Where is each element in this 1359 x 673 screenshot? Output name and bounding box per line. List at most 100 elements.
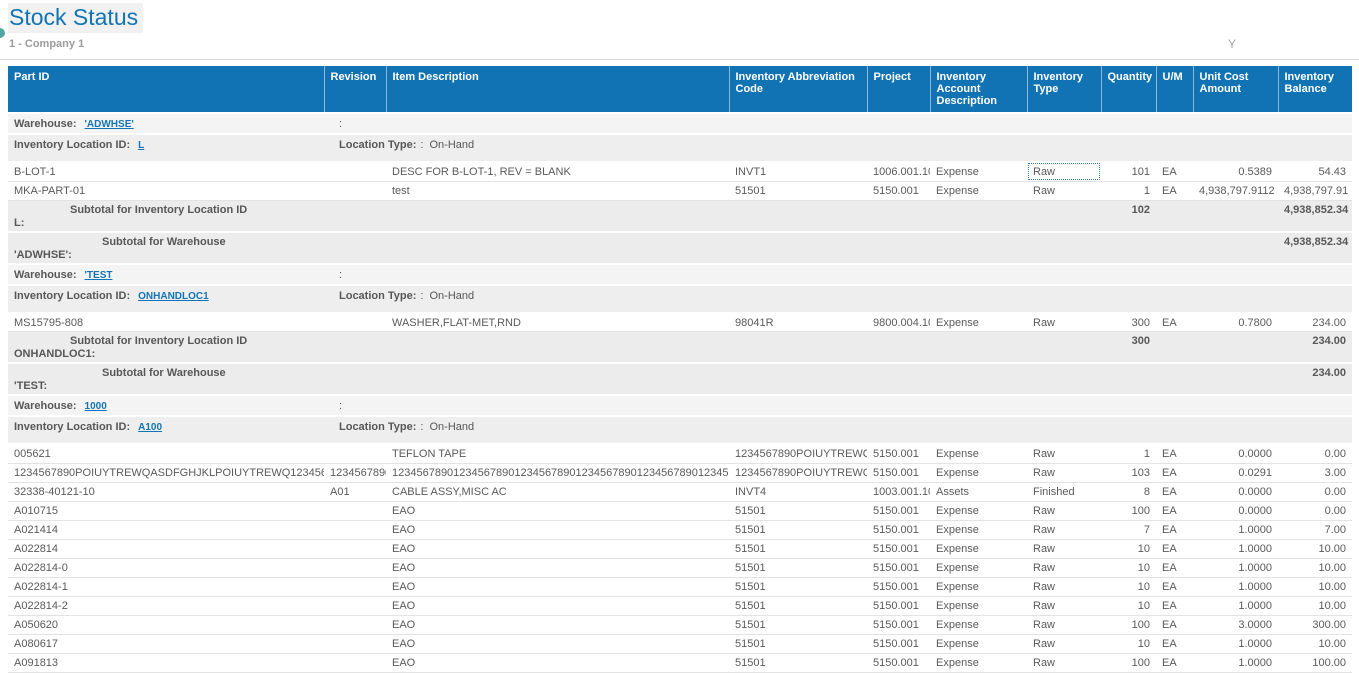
- subtotal-empty-cell: [1193, 363, 1278, 395]
- subtotal-empty-cell: [1193, 232, 1278, 264]
- group-label-cell: Inventory Location ID:A100: [8, 416, 324, 444]
- cell-inventory-type: Raw: [1027, 313, 1101, 332]
- cell-part-id: A022814: [8, 539, 324, 558]
- cell-revision: [324, 634, 386, 653]
- company-subtitle-bar: 1 - Company 1 Y: [0, 33, 1359, 60]
- subtotal-empty-cell: [386, 200, 729, 232]
- cell-inventory-account-description: Expense: [930, 313, 1027, 332]
- item-row: 32338-40121-10A01CABLE ASSY,MISC ACINVT4…: [8, 482, 1352, 501]
- cell-inventory-account-description: Expense: [930, 596, 1027, 615]
- cell-quantity: 103: [1101, 463, 1156, 482]
- group-detail-cell: Location Type::On-Hand: [324, 285, 729, 313]
- cell-quantity: 10: [1101, 596, 1156, 615]
- cell-part-id: MKA-PART-01: [8, 181, 324, 200]
- group-filler-cell: [729, 395, 1352, 416]
- cell-revision: [324, 558, 386, 577]
- subtotal-quantity: [1101, 232, 1156, 264]
- cell-quantity: 1: [1101, 444, 1156, 463]
- warehouse-link[interactable]: 1000: [85, 401, 107, 412]
- cell-inventory-balance: 10.00: [1278, 539, 1352, 558]
- cell-inventory-account-description: Expense: [930, 539, 1027, 558]
- group-filler-cell: [729, 113, 1352, 134]
- cell-quantity: 101: [1101, 162, 1156, 181]
- cell-quantity: 8: [1101, 482, 1156, 501]
- cell-inventory-account-description: Expense: [930, 520, 1027, 539]
- cell-inventory-type: Raw: [1027, 463, 1101, 482]
- cell-revision: [324, 501, 386, 520]
- subtotal-balance: 4,938,852.34: [1278, 232, 1352, 264]
- warehouse-link[interactable]: 'ADWHSE': [85, 119, 134, 130]
- cell-revision: [324, 444, 386, 463]
- cell-project: 5150.001: [867, 558, 930, 577]
- cell-quantity: 1: [1101, 181, 1156, 200]
- cell-inventory-account-description: Expense: [930, 444, 1027, 463]
- cell-inventory-type: Finished: [1027, 482, 1101, 501]
- corner-marker: Y: [1228, 37, 1236, 51]
- warehouse-link[interactable]: 'TEST: [85, 270, 113, 281]
- subtotal-empty-cell: [867, 332, 930, 364]
- column-header-um: U/M: [1156, 66, 1193, 113]
- cell-inventory-type[interactable]: Raw: [1027, 162, 1101, 181]
- group-label-cell: Inventory Location ID:ONHANDLOC1: [8, 285, 324, 313]
- group-filler-cell: [729, 264, 1352, 285]
- subtotal-empty-cell: [930, 200, 1027, 232]
- cell-revision: [324, 520, 386, 539]
- cell-unit-cost-amount: 0.0000: [1193, 444, 1278, 463]
- group-separator: :: [339, 118, 342, 130]
- cell-inventory-abbreviation-code: 51501: [729, 596, 867, 615]
- cell-revision: [324, 539, 386, 558]
- cell-part-id: A080617: [8, 634, 324, 653]
- cell-inventory-account-description: Expense: [930, 615, 1027, 634]
- location-link[interactable]: ONHANDLOC1: [138, 291, 209, 302]
- cell-inventory-abbreviation-code: 51501: [729, 653, 867, 672]
- item-row: A050620EAO515015150.001ExpenseRaw100EA3.…: [8, 615, 1352, 634]
- subtotal-empty-cell: [729, 232, 867, 264]
- subtotal-empty-cell: [1156, 232, 1193, 264]
- cell-project: 5150.001: [867, 444, 930, 463]
- cell-inventory-balance: 7.00: [1278, 520, 1352, 539]
- subtotal-row: Subtotal for Warehouse'TEST:234.00: [8, 363, 1352, 395]
- cell-inventory-type: Raw: [1027, 577, 1101, 596]
- subtotal-balance: 234.00: [1278, 363, 1352, 395]
- group-detail-cell: :: [324, 113, 729, 134]
- column-header-project: Project: [867, 66, 930, 113]
- cell-quantity: 300: [1101, 313, 1156, 332]
- location-group-label: Inventory Location ID:: [14, 139, 130, 151]
- subtotal-row: Subtotal for Inventory Location IDONHAND…: [8, 332, 1352, 364]
- subtotal-empty-cell: [1156, 332, 1193, 364]
- cell-inventory-abbreviation-code: 51501: [729, 520, 867, 539]
- cell-um: EA: [1156, 181, 1193, 200]
- cell-inventory-balance: 10.00: [1278, 558, 1352, 577]
- cell-inventory-abbreviation-code: 1234567890POIUYTREWQ: [729, 463, 867, 482]
- cell-part-id: B-LOT-1: [8, 162, 324, 181]
- cell-unit-cost-amount: 3.0000: [1193, 615, 1278, 634]
- company-label: 1 - Company 1: [9, 38, 84, 50]
- subtotal-empty-cell: [324, 200, 386, 232]
- cell-inventory-type: Raw: [1027, 653, 1101, 672]
- cell-project: 5150.001: [867, 539, 930, 558]
- subtotal-empty-cell: [867, 232, 930, 264]
- warehouse-group-label: Warehouse:: [14, 118, 77, 130]
- column-header-quantity: Quantity: [1101, 66, 1156, 113]
- location-link[interactable]: A100: [138, 422, 162, 433]
- cell-um: EA: [1156, 501, 1193, 520]
- location-link[interactable]: L: [138, 140, 144, 151]
- table-header: Part IDRevisionItem DescriptionInventory…: [8, 66, 1352, 113]
- cell-quantity: 10: [1101, 634, 1156, 653]
- column-header-item-description: Item Description: [386, 66, 729, 113]
- cell-inventory-type: Raw: [1027, 558, 1101, 577]
- cell-revision: A01: [324, 482, 386, 501]
- group-filler-cell: [729, 134, 1352, 162]
- item-row: A022814EAO515015150.001ExpenseRaw10EA1.0…: [8, 539, 1352, 558]
- cell-inventory-abbreviation-code: 51501: [729, 558, 867, 577]
- cell-inventory-balance: 4,938,797.91: [1278, 181, 1352, 200]
- subtotal-row: Subtotal for Warehouse'ADWHSE':4,938,852…: [8, 232, 1352, 264]
- cell-inventory-balance: 0.00: [1278, 482, 1352, 501]
- cell-item-description: WASHER,FLAT-MET,RND: [386, 313, 729, 332]
- cell-item-description: 1234567890123456789012345678901234567890…: [386, 463, 729, 482]
- subtotal-label-cell: Subtotal for Inventory Location IDL:: [8, 200, 324, 232]
- group-detail-cell: Location Type::On-Hand: [324, 134, 729, 162]
- cell-part-id: A010715: [8, 501, 324, 520]
- subtotal-empty-cell: [1027, 363, 1101, 395]
- group-label-cell: Warehouse:1000: [8, 395, 324, 416]
